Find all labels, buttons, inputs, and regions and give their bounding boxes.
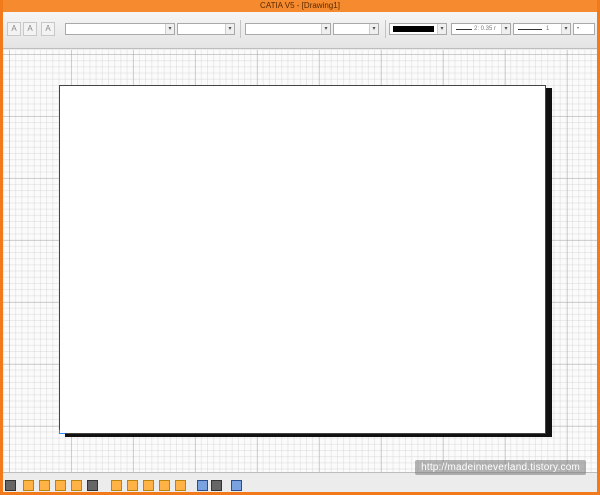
chevron-down-icon: ▾: [165, 24, 174, 34]
title-bar: CATIA V5 - [Drawing1]: [3, 0, 597, 12]
sheet-origin-marker: [59, 430, 65, 434]
watermark-url: http://madeinneverland.tistory.com: [415, 460, 586, 475]
new-view-icon[interactable]: [55, 480, 66, 491]
tolerance-combo[interactable]: ▾: [333, 23, 379, 35]
constraint-icon[interactable]: [159, 480, 170, 491]
font-size-icon[interactable]: A: [23, 22, 37, 36]
dimension-style-combo[interactable]: ▾: [245, 23, 331, 35]
toolbar-separator: [240, 20, 241, 38]
catia-window: CATIA V5 - [Drawing1] A A A ▾ ▾ ▾ ▾ ▾ 2:…: [3, 0, 597, 492]
point-style-value: •: [577, 26, 580, 32]
bottom-toolbar: [3, 472, 597, 492]
dimension-icon[interactable]: [127, 480, 138, 491]
window-title: CATIA V5 - [Drawing1]: [260, 1, 340, 10]
line-type-combo[interactable]: 1 ▾: [513, 23, 571, 35]
font-name-combo[interactable]: ▾: [65, 23, 175, 35]
drawing-canvas[interactable]: [3, 50, 597, 472]
chevron-down-icon: ▾: [321, 24, 330, 34]
drafting-toolbar: A A A ▾ ▾ ▾ ▾ ▾ 2: 0.35 r ▾ 1 ▾ •: [3, 12, 597, 49]
chevron-down-icon: ▾: [225, 24, 234, 34]
line-color-swatch: [393, 26, 434, 32]
line-color-combo[interactable]: ▾: [389, 23, 447, 35]
snap-grid-icon[interactable]: [111, 480, 122, 491]
chevron-down-icon: ▾: [561, 24, 570, 34]
properties-icon[interactable]: [87, 480, 98, 491]
sheet-icon[interactable]: [39, 480, 50, 491]
measure-icon[interactable]: [231, 480, 242, 491]
text-style-icon[interactable]: A: [7, 22, 21, 36]
point-style-combo[interactable]: •: [573, 23, 595, 35]
dress-up-icon[interactable]: [175, 480, 186, 491]
annotation-icon[interactable]: [143, 480, 154, 491]
tools-icon[interactable]: [5, 480, 16, 491]
toolbar-separator: [385, 20, 386, 38]
swap-icon[interactable]: [197, 480, 208, 491]
layout-icon[interactable]: [71, 480, 82, 491]
flag-icon[interactable]: [211, 480, 222, 491]
drawing-sheet[interactable]: [59, 85, 546, 434]
font-size-combo[interactable]: ▾: [177, 23, 235, 35]
grid-icon[interactable]: [23, 480, 34, 491]
text-frame-icon[interactable]: A: [41, 22, 55, 36]
chevron-down-icon: ▾: [437, 24, 446, 34]
line-type-value: 1: [546, 26, 550, 32]
line-type-sample: [518, 29, 542, 30]
line-thickness-value: 2: 0.35 r: [474, 26, 497, 32]
line-thickness-combo[interactable]: 2: 0.35 r ▾: [451, 23, 511, 35]
line-thickness-sample: [456, 29, 472, 30]
chevron-down-icon: ▾: [369, 24, 378, 34]
chevron-down-icon: ▾: [501, 24, 510, 34]
